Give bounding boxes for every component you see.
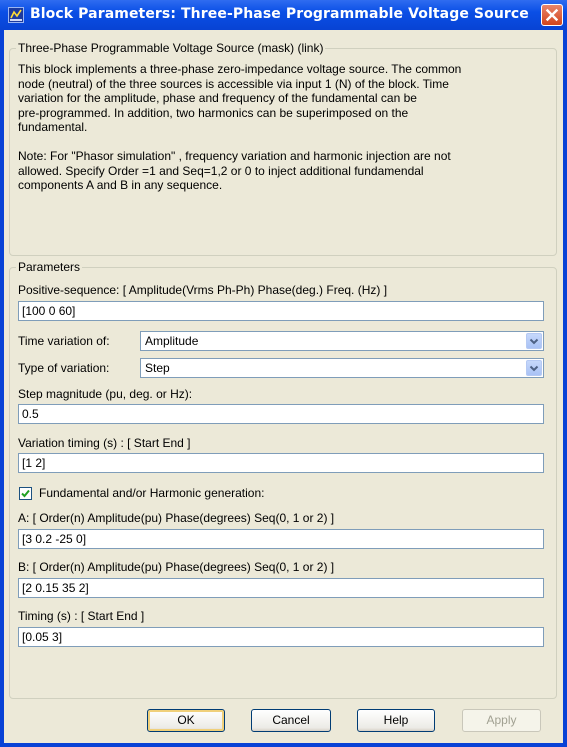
chevron-down-icon[interactable] <box>526 333 542 349</box>
help-button[interactable]: Help <box>357 709 435 732</box>
positive-sequence-input[interactable]: [100 0 60] <box>18 301 544 321</box>
harmonic-a-label: A: [ Order(n) Amplitude(pu) Phase(degree… <box>18 511 335 525</box>
step-magnitude-label: Step magnitude (pu, deg. or Hz): <box>18 387 193 401</box>
timing-label: Timing (s) : [ Start End ] <box>18 609 145 623</box>
time-variation-label: Time variation of: <box>18 334 110 348</box>
title-bar[interactable]: Block Parameters: Three-Phase Programmab… <box>0 0 567 30</box>
dialog-window: Block Parameters: Three-Phase Programmab… <box>0 0 567 747</box>
harmonic-generation-label[interactable]: Fundamental and/or Harmonic generation: <box>39 486 264 500</box>
window-title: Block Parameters: Three-Phase Programmab… <box>30 6 529 22</box>
variation-type-select[interactable]: Step <box>140 358 544 378</box>
harmonic-b-label: B: [ Order(n) Amplitude(pu) Phase(degree… <box>18 560 335 574</box>
checkmark-icon <box>21 489 30 498</box>
chevron-down-icon[interactable] <box>526 360 542 376</box>
description-text: This block implements a three-phase zero… <box>18 62 558 193</box>
variation-type-value: Step <box>145 361 170 375</box>
time-variation-select[interactable]: Amplitude <box>140 331 544 351</box>
timing-input[interactable]: [0.05 3] <box>18 627 544 647</box>
positive-sequence-label: Positive-sequence: [ Amplitude(Vrms Ph-P… <box>18 283 388 297</box>
description-line: This block implements a three-phase zero… <box>18 62 462 76</box>
close-button[interactable] <box>541 4 563 26</box>
close-icon <box>545 8 559 22</box>
description-line <box>18 135 558 150</box>
description-line: node (neutral) of the three sources is a… <box>18 76 449 91</box>
variation-timing-input[interactable]: [1 2] <box>18 453 544 473</box>
description-line: pre-programmed. In addition, two harmoni… <box>18 105 409 120</box>
description-legend: Three-Phase Programmable Voltage Source … <box>16 41 326 55</box>
dialog-body: Three-Phase Programmable Voltage Source … <box>4 30 563 743</box>
variation-timing-label: Variation timing (s) : [ Start End ] <box>18 436 191 450</box>
description-line: Note: For "Phasor simulation" , frequenc… <box>18 149 451 163</box>
harmonic-generation-checkbox[interactable] <box>19 487 32 500</box>
parameters-legend: Parameters <box>16 260 83 274</box>
harmonic-b-input[interactable]: [2 0.15 35 2] <box>18 578 544 598</box>
description-line: variation for the amplitude, phase and f… <box>18 91 417 105</box>
parameters-group: Parameters Positive-sequence: [ Amplitud… <box>9 260 557 699</box>
cancel-button[interactable]: Cancel <box>251 709 331 732</box>
step-magnitude-input[interactable]: 0.5 <box>18 404 544 424</box>
description-line: fundamental. <box>18 120 88 134</box>
apply-button[interactable]: Apply <box>462 709 541 732</box>
description-line: components A and B in any sequence. <box>18 178 223 192</box>
harmonic-a-input[interactable]: [3 0.2 -25 0] <box>18 529 544 549</box>
app-icon <box>8 7 24 23</box>
description-group: Three-Phase Programmable Voltage Source … <box>9 41 558 256</box>
variation-type-label: Type of variation: <box>18 361 110 375</box>
time-variation-value: Amplitude <box>145 334 199 348</box>
ok-button[interactable]: OK <box>147 709 225 732</box>
description-line: allowed. Specify Order =1 and Seq=1,2 or… <box>18 163 424 178</box>
